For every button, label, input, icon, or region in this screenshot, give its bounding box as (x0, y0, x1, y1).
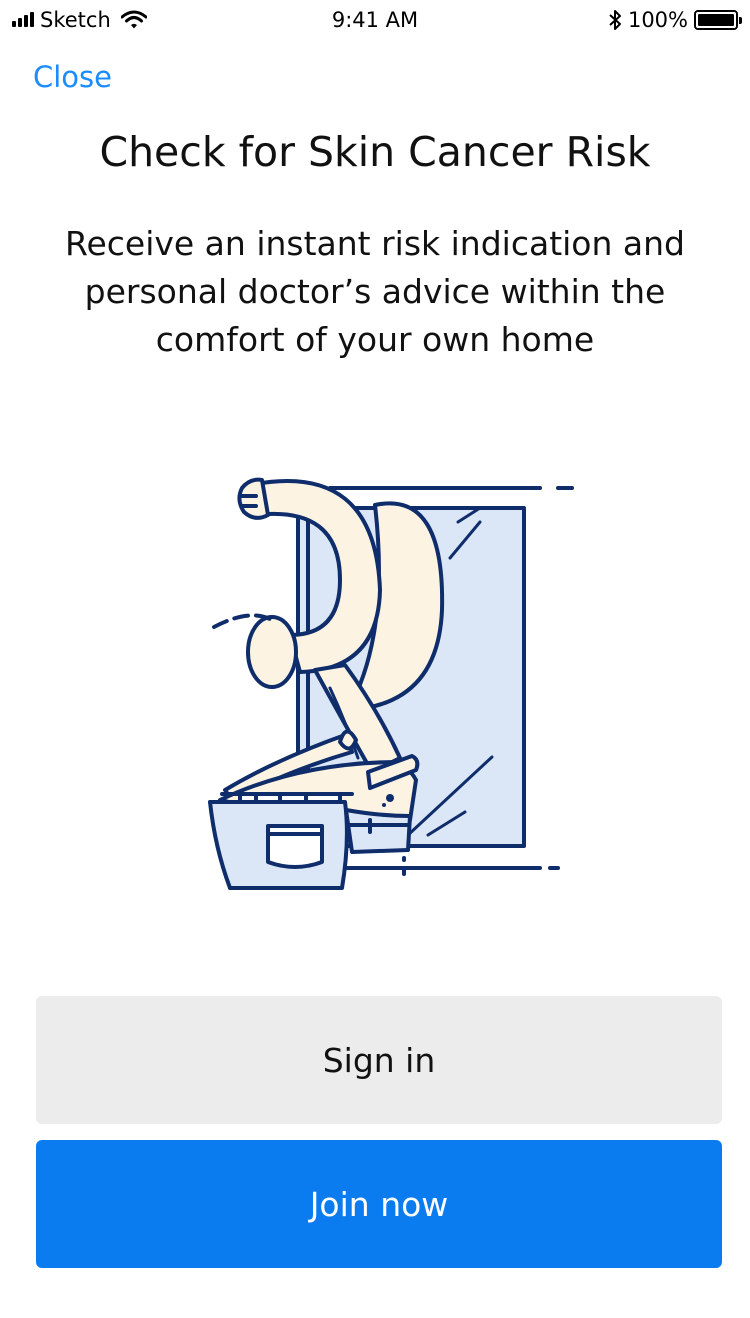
battery-percent: 100% (627, 8, 688, 32)
close-button[interactable]: Close (33, 60, 112, 94)
battery-icon (694, 10, 742, 30)
page-subtitle: Receive an instant risk indication and p… (65, 224, 685, 359)
sign-in-button[interactable]: Sign in (36, 996, 722, 1124)
status-right: 100% (608, 8, 742, 32)
bluetooth-icon (609, 10, 621, 30)
skin-check-illustration (208, 477, 574, 890)
join-now-button[interactable]: Join now (36, 1140, 722, 1268)
page-title: Check for Skin Cancer Risk (99, 128, 651, 176)
status-bar: Sketch 9:41 AM 100% (0, 0, 750, 44)
